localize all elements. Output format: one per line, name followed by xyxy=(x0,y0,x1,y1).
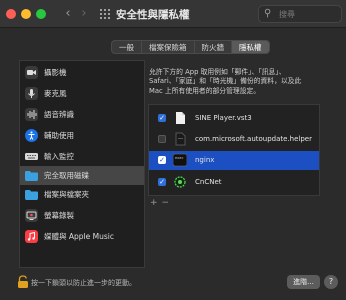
app-row-microsoft-autoupdate[interactable]: com.microsoft.autoupdate.helper xyxy=(149,130,319,149)
keyboard-icon xyxy=(25,153,38,160)
privacy-category-list: 攝影機 麥克風 語音辨識 輔助使用 輸入監控 完全取用磁碟 檔案與檔案夾 螢幕錄… xyxy=(19,60,145,268)
sidebar-item-files-and-folders[interactable]: 檔案與檔案夾 xyxy=(20,185,144,204)
svg-text:exec: exec xyxy=(175,156,183,160)
description-line: 允許下方的 App 取用例如「郵件」、「訊息」、 xyxy=(149,68,286,76)
tab-filevault[interactable]: 檔案保險箱 xyxy=(142,41,195,53)
window-title: 安全性與隱私權 xyxy=(116,9,190,21)
sidebar-item-label: 檔案與檔案夾 xyxy=(44,190,89,199)
close-window-button[interactable] xyxy=(6,9,16,19)
sidebar-item-accessibility[interactable]: 輔助使用 xyxy=(20,126,144,145)
sidebar-item-label: 語音辨識 xyxy=(44,110,74,119)
document-icon xyxy=(175,132,186,146)
app-checkbox[interactable]: ✓ xyxy=(158,114,166,122)
app-checkbox[interactable]: ✓ xyxy=(158,156,166,164)
search-icon: ⚲ xyxy=(264,8,272,19)
sidebar-item-full-disk-access[interactable]: 完全取用磁碟 xyxy=(20,166,144,185)
sidebar-item-label: 輸入監控 xyxy=(44,152,74,161)
sidebar-item-label: 媒體與 Apple Music xyxy=(44,232,114,241)
description-line: Mac 上所有使用者的部分管理設定。 xyxy=(149,86,261,95)
list-controls: +− xyxy=(150,198,173,208)
add-app-button[interactable]: + xyxy=(150,198,162,208)
app-row-nginx[interactable]: ✓ exec nginx xyxy=(149,151,319,170)
tab-general[interactable]: 一般 xyxy=(112,41,142,53)
sidebar-item-label: 麥克風 xyxy=(44,89,67,98)
tab-bar: 一般 檔案保險箱 防火牆 隱私權 xyxy=(111,40,270,54)
advanced-button[interactable]: 進階... xyxy=(287,275,320,289)
app-label: nginx xyxy=(195,156,215,164)
app-checkbox[interactable] xyxy=(158,135,166,143)
app-label: CnCNet xyxy=(195,178,222,186)
app-row-sine-player[interactable]: ✓ SINE Player.vst3 xyxy=(149,109,319,128)
app-row-cncnet[interactable]: ✓ CnCNet xyxy=(149,173,319,192)
sidebar-item-camera[interactable]: 攝影機 xyxy=(20,63,144,82)
back-button[interactable]: ‹ xyxy=(62,6,74,22)
lock-icon[interactable] xyxy=(17,275,29,289)
sidebar-item-input-monitoring[interactable]: 輸入監控 xyxy=(20,147,144,166)
help-button[interactable]: ? xyxy=(324,275,338,289)
camera-icon xyxy=(25,66,38,79)
music-icon xyxy=(25,230,38,243)
app-checkbox[interactable]: ✓ xyxy=(158,178,166,186)
sidebar-item-label: 攝影機 xyxy=(44,68,67,77)
sidebar-item-speech-recognition[interactable]: 語音辨識 xyxy=(20,105,144,124)
show-all-grid-icon[interactable] xyxy=(100,9,110,19)
document-icon xyxy=(176,112,185,124)
title-bar: ‹ › 安全性與隱私權 ⚲ 搜尋 xyxy=(0,0,346,28)
search-input[interactable]: ⚲ 搜尋 xyxy=(258,5,342,23)
terminal-icon: exec xyxy=(173,153,187,167)
sidebar-item-label: 輔助使用 xyxy=(44,131,74,140)
sidebar-item-microphone[interactable]: 麥克風 xyxy=(20,84,144,103)
sidebar-item-media-apple-music[interactable]: 媒體與 Apple Music xyxy=(20,227,144,246)
description-line: Safari、「家庭」和「時光機」備份的資料，以及此 xyxy=(149,77,302,86)
search-placeholder: 搜尋 xyxy=(279,10,295,19)
folder-icon xyxy=(25,190,38,200)
lock-message: 按一下鎖頭以防止進一步的更動。 xyxy=(31,279,136,287)
forward-button[interactable]: › xyxy=(78,6,90,22)
microphone-icon xyxy=(25,87,38,100)
app-label: com.microsoft.autoupdate.helper xyxy=(195,135,312,143)
app-label: SINE Player.vst3 xyxy=(195,114,252,122)
accessibility-icon xyxy=(25,129,38,142)
cncnet-icon xyxy=(174,176,186,188)
minimize-window-button[interactable] xyxy=(21,9,31,19)
sidebar-item-label: 完全取用磁碟 xyxy=(44,171,89,180)
sidebar-item-screen-recording[interactable]: 螢幕錄製 xyxy=(20,206,144,225)
tab-firewall[interactable]: 防火牆 xyxy=(195,41,232,53)
description-text: 允許下方的 App 取用例如「郵件」、「訊息」、 Safari、「家庭」和「時光… xyxy=(149,68,309,96)
app-list: ✓ SINE Player.vst3 com.microsoft.autoupd… xyxy=(148,104,320,196)
preferences-window: ‹ › 安全性與隱私權 ⚲ 搜尋 一般 檔案保險箱 防火牆 隱私權 攝影機 麥克… xyxy=(0,0,346,300)
remove-app-button[interactable]: − xyxy=(162,198,174,208)
folder-icon xyxy=(25,171,38,181)
zoom-window-button[interactable] xyxy=(36,9,46,19)
sidebar-item-label: 螢幕錄製 xyxy=(44,211,74,220)
tab-privacy[interactable]: 隱私權 xyxy=(232,41,269,53)
waveform-icon xyxy=(25,108,38,121)
screen-record-icon xyxy=(25,209,38,222)
